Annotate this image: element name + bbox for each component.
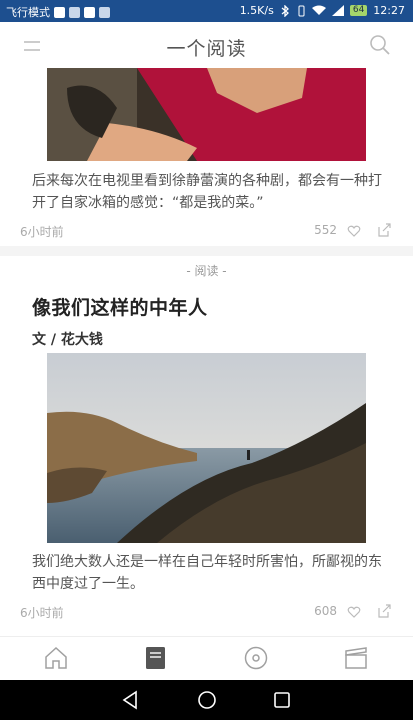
- article-title[interactable]: 像我们这样的中年人: [32, 293, 208, 320]
- airplane-mode-label: 飞行模式: [6, 6, 50, 19]
- status-bar: 飞行模式 1.5K/s 64 12:27: [0, 0, 413, 22]
- reading-icon[interactable]: [143, 645, 169, 671]
- movie-icon[interactable]: [343, 645, 369, 671]
- article-image[interactable]: [47, 353, 366, 543]
- music-icon[interactable]: [243, 645, 269, 671]
- article-author: 文 / 花大钱: [32, 332, 103, 348]
- heart-icon[interactable]: [347, 224, 361, 238]
- bluetooth-icon: [281, 4, 289, 17]
- vibrate-icon: [298, 5, 305, 16]
- article-meta: 6小时前 552: [20, 223, 393, 243]
- app-header: 一个阅读: [0, 22, 413, 68]
- back-icon[interactable]: [118, 688, 142, 712]
- recent-apps-icon[interactable]: [270, 688, 294, 712]
- search-icon[interactable]: [369, 34, 391, 56]
- category-label: - 阅读 -: [186, 264, 227, 278]
- battery-level: 64: [349, 5, 368, 16]
- notification-icon: [69, 6, 80, 18]
- signal-icon: [331, 5, 344, 16]
- notification-icon: [99, 6, 110, 18]
- system-nav-bar: [0, 680, 413, 720]
- article-meta: 6小时前 608: [20, 604, 393, 624]
- network-speed: 1.5K/s: [239, 4, 274, 17]
- home-icon[interactable]: [43, 645, 69, 671]
- heart-icon[interactable]: [347, 605, 361, 619]
- page-title: 一个阅读: [166, 38, 247, 60]
- like-count: 608: [314, 604, 337, 618]
- clock: 12:27: [373, 4, 405, 17]
- section-divider: [0, 246, 413, 256]
- notification-icon: [84, 6, 95, 18]
- notification-icon: [54, 6, 65, 18]
- like-count: 552: [314, 223, 337, 237]
- wifi-icon: [311, 5, 326, 15]
- post-time: 6小时前: [20, 606, 64, 620]
- share-icon[interactable]: [377, 223, 391, 237]
- home-circle-icon[interactable]: [195, 688, 219, 712]
- article-excerpt[interactable]: 后来每次在电视里看到徐静蕾演的各种剧，都会有一种打开了自家冰箱的感觉：“都是我的…: [32, 170, 382, 214]
- article-excerpt[interactable]: 我们绝大数人还是一样在自己年轻时所害怕，所鄙视的东西中度过了一生。: [32, 551, 382, 595]
- post-time: 6小时前: [20, 225, 64, 239]
- share-icon[interactable]: [377, 604, 391, 618]
- bottom-tab-bar: [0, 636, 413, 680]
- article-image[interactable]: [47, 68, 366, 161]
